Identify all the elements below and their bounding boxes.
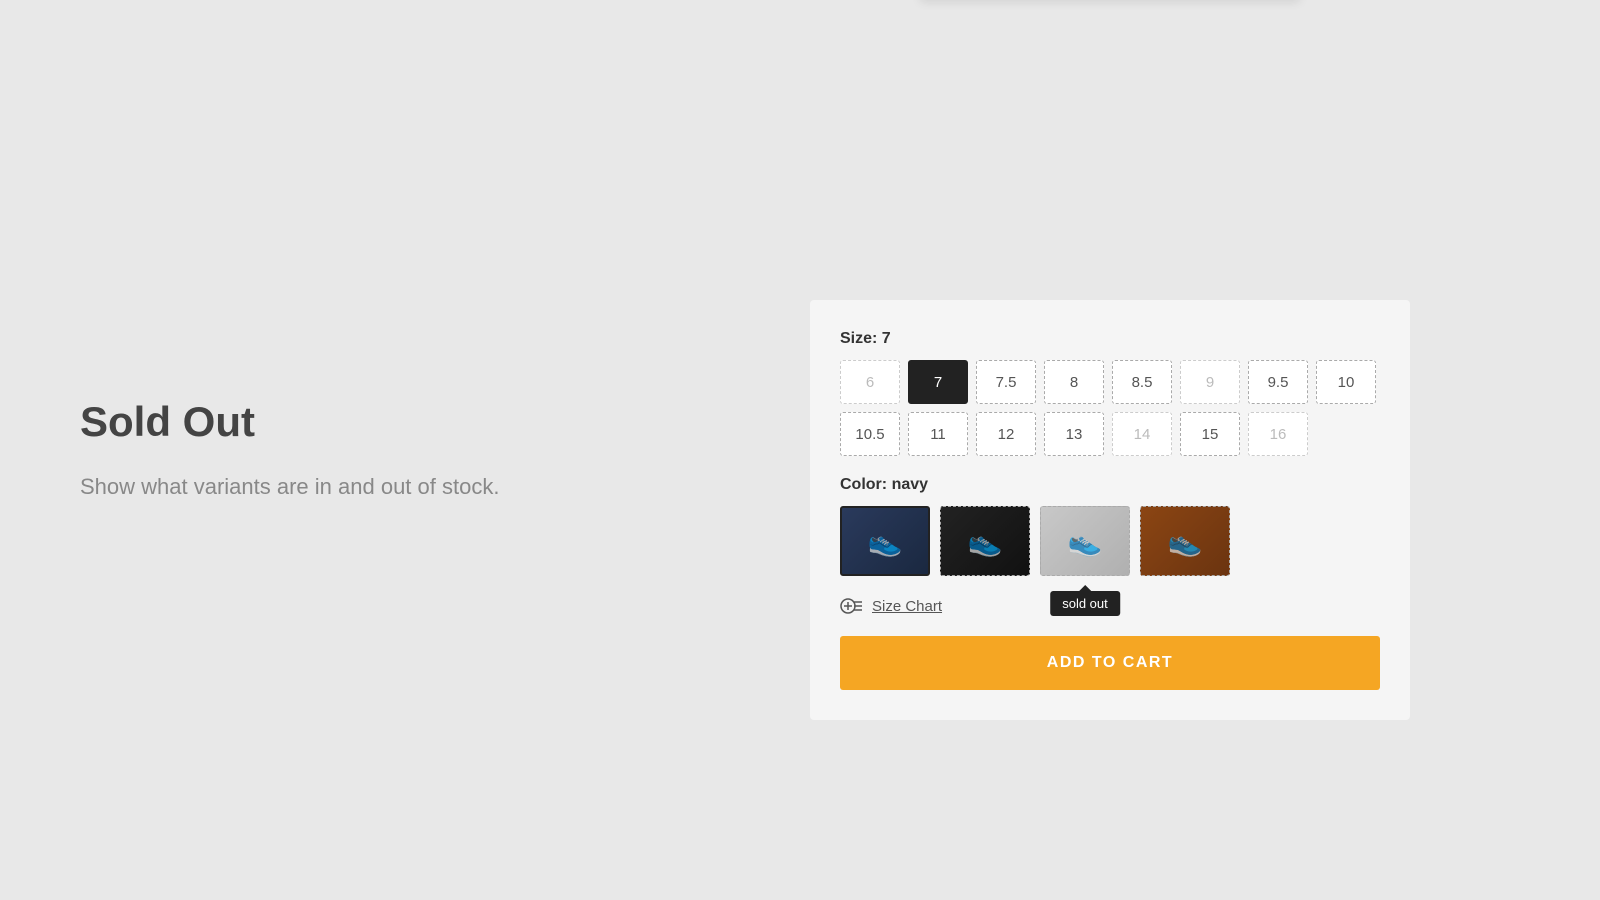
size-option-12[interactable]: 12 bbox=[976, 412, 1036, 456]
size-option-8.5[interactable]: 8.5 bbox=[1112, 360, 1172, 404]
add-to-cart-button[interactable]: ADD TO CART bbox=[840, 636, 1380, 690]
color-swatch-wrapper-black: 👟 bbox=[940, 506, 1030, 576]
size-option-16[interactable]: 16 bbox=[1248, 412, 1308, 456]
right-panel: Size: 7 677.588.599.51010.5111213141516 … bbox=[620, 0, 1600, 900]
size-option-7.5[interactable]: 7.5 bbox=[976, 360, 1036, 404]
left-panel: Sold Out Show what variants are in and o… bbox=[0, 338, 620, 563]
size-chart-icon bbox=[840, 596, 864, 616]
page-heading: Sold Out bbox=[80, 398, 540, 446]
color-swatch-grey[interactable]: 👟 bbox=[1040, 506, 1130, 576]
selected-size-value: 7 bbox=[882, 330, 891, 347]
size-option-10.5[interactable]: 10.5 bbox=[840, 412, 900, 456]
size-option-14[interactable]: 14 bbox=[1112, 412, 1172, 456]
size-option-8[interactable]: 8 bbox=[1044, 360, 1104, 404]
color-section: Color: navy 👟👟👟sold out👟 bbox=[840, 476, 1380, 576]
size-option-9[interactable]: 9 bbox=[1180, 360, 1240, 404]
size-option-6[interactable]: 6 bbox=[840, 360, 900, 404]
size-section: Size: 7 677.588.599.51010.5111213141516 bbox=[840, 330, 1380, 456]
color-swatch-wrapper-brown: 👟 bbox=[1140, 506, 1230, 576]
color-swatch-navy[interactable]: 👟 bbox=[840, 506, 930, 576]
color-swatches: 👟👟👟sold out👟 bbox=[840, 506, 1380, 576]
size-option-10[interactable]: 10 bbox=[1316, 360, 1376, 404]
size-option-15[interactable]: 15 bbox=[1180, 412, 1240, 456]
selected-color-value: navy bbox=[892, 476, 928, 493]
color-swatch-brown[interactable]: 👟 bbox=[1140, 506, 1230, 576]
color-swatch-black[interactable]: 👟 bbox=[940, 506, 1030, 576]
size-option-11[interactable]: 11 bbox=[908, 412, 968, 456]
page-description: Show what variants are in and out of sto… bbox=[80, 470, 540, 503]
color-swatch-wrapper-navy: 👟 bbox=[840, 506, 930, 576]
size-option-13[interactable]: 13 bbox=[1044, 412, 1104, 456]
size-grid: 677.588.599.510 10.5111213141516 bbox=[840, 360, 1380, 456]
size-option-7[interactable]: 7 bbox=[908, 360, 968, 404]
size-option-9.5[interactable]: 9.5 bbox=[1248, 360, 1308, 404]
color-label: Color: navy bbox=[840, 476, 1380, 494]
color-swatch-wrapper-grey: 👟sold out bbox=[1040, 506, 1130, 576]
size-label: Size: 7 bbox=[840, 330, 1380, 348]
sold-out-tooltip: sold out bbox=[1050, 591, 1120, 616]
product-card: Size: 7 677.588.599.51010.5111213141516 … bbox=[810, 300, 1410, 720]
size-chart-label: Size Chart bbox=[872, 598, 942, 615]
